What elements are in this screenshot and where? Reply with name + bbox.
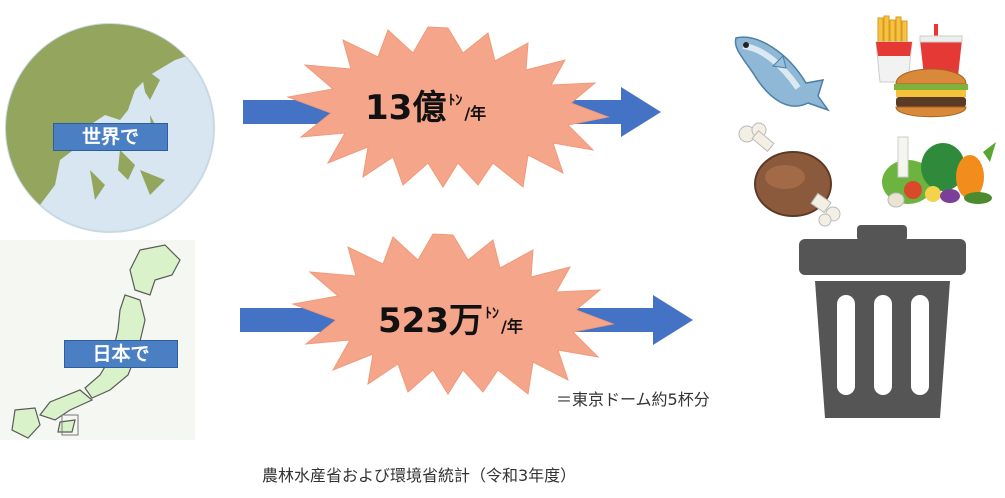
world-label: 世界で — [53, 123, 168, 151]
fish-icon — [734, 36, 830, 112]
japan-amount: 523万 — [378, 301, 483, 341]
world-amount: 13億 — [365, 88, 447, 128]
dome-equivalent-note: ＝東京ドーム約5杯分 — [556, 390, 710, 409]
japan-unit-year: /年 — [500, 317, 523, 336]
meat-icon — [738, 122, 841, 227]
world-unit-year: /年 — [464, 104, 487, 123]
japan-label: 日本で — [64, 340, 178, 368]
vegetables-icon — [882, 136, 996, 208]
burger-fries-drink-icon — [875, 15, 968, 118]
japan-unit-ton: ﾄﾝ — [484, 306, 499, 322]
trash-can-icon — [799, 225, 966, 418]
world-unit-ton: ﾄﾝ — [448, 93, 463, 109]
source-caption: 農林水産省および環境省統計（令和3年度） — [262, 466, 577, 485]
